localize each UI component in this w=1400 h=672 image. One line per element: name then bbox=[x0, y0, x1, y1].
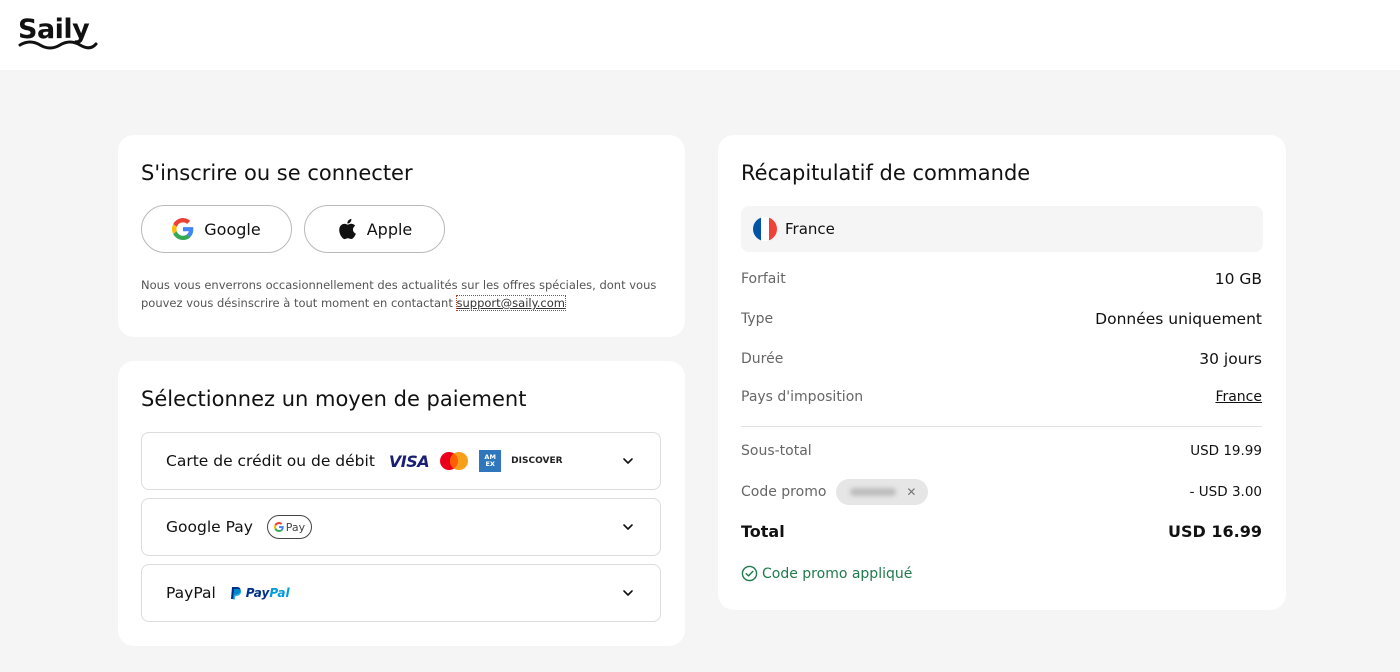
mastercard-icon bbox=[440, 452, 469, 470]
promo-applied-text: Code promo appliqué bbox=[762, 565, 913, 582]
chevron-down-icon[interactable] bbox=[622, 587, 634, 599]
subtotal-value: USD 19.99 bbox=[1190, 443, 1262, 459]
total-value: USD 16.99 bbox=[1168, 522, 1262, 541]
apple-icon bbox=[338, 218, 356, 240]
type-row: Type Données uniquement bbox=[741, 310, 1262, 328]
duration-label: Durée bbox=[741, 351, 784, 367]
support-email-link[interactable]: support@saily.com bbox=[455, 295, 566, 311]
duration-value: 30 jours bbox=[1199, 350, 1262, 368]
tax-country-link[interactable]: France bbox=[1215, 389, 1262, 405]
visa-icon: VISA bbox=[388, 451, 430, 471]
card-logos: VISA AM EX DISCOVER bbox=[389, 450, 563, 472]
type-label: Type bbox=[741, 311, 774, 327]
duration-row: Durée 30 jours bbox=[741, 350, 1262, 368]
chevron-down-icon[interactable] bbox=[622, 455, 634, 467]
newsletter-notice: Nous vous enverrons occasionnellement de… bbox=[141, 276, 661, 312]
promo-row: Code promo ✕ - USD 3.00 bbox=[741, 479, 1262, 505]
promo-left: Code promo ✕ bbox=[741, 479, 929, 505]
type-value: Données uniquement bbox=[1095, 310, 1262, 328]
chevron-down-icon[interactable] bbox=[622, 521, 634, 533]
payment-option-paypal[interactable]: PayPal PayPal bbox=[141, 564, 661, 622]
promo-applied-status: Code promo appliqué bbox=[741, 565, 912, 582]
paypal-icon: PayPal bbox=[230, 586, 290, 600]
promo-code-chip: ✕ bbox=[836, 479, 929, 505]
login-card: S'inscrire ou se connecter Google Apple … bbox=[118, 135, 685, 337]
plan-row: Forfait 10 GB bbox=[741, 270, 1262, 288]
total-row: Total USD 16.99 bbox=[741, 522, 1262, 541]
plan-value: 10 GB bbox=[1214, 270, 1262, 288]
tax-country-row: Pays d'imposition France bbox=[741, 389, 1262, 405]
subtotal-row: Sous-total USD 19.99 bbox=[741, 443, 1262, 459]
payment-option-label: Google Pay bbox=[166, 518, 253, 536]
discover-icon: DISCOVER bbox=[511, 456, 563, 466]
google-icon bbox=[172, 218, 194, 240]
apple-label: Apple bbox=[366, 219, 413, 239]
google-label: Google bbox=[204, 219, 261, 239]
order-summary-card: Récapitulatif de commande France Forfait… bbox=[718, 135, 1286, 610]
payment-option-label: PayPal bbox=[166, 584, 216, 602]
notice-text: Nous vous enverrons occasionnellement de… bbox=[141, 278, 657, 310]
remove-promo-icon[interactable]: ✕ bbox=[906, 485, 916, 499]
check-circle-icon bbox=[741, 565, 758, 582]
promo-code-blurred bbox=[850, 488, 897, 496]
promo-label: Code promo bbox=[741, 484, 827, 500]
paypal-p-icon bbox=[230, 587, 241, 600]
login-title: S'inscrire ou se connecter bbox=[141, 161, 413, 185]
payment-option-card[interactable]: Carte de crédit ou de débit VISA AM EX DI… bbox=[141, 432, 661, 490]
google-pay-icon: Pay bbox=[266, 515, 312, 539]
tax-country-label: Pays d'imposition bbox=[741, 389, 864, 405]
payment-option-google-pay[interactable]: Google Pay Pay bbox=[141, 498, 661, 556]
top-bar: Saily bbox=[0, 0, 1400, 70]
destination-country: France bbox=[741, 206, 1263, 252]
divider bbox=[741, 426, 1262, 427]
google-g-icon bbox=[273, 522, 284, 532]
total-label: Total bbox=[741, 522, 785, 541]
apple-signin-button[interactable]: Apple bbox=[304, 205, 445, 253]
saily-logo[interactable]: Saily bbox=[18, 14, 100, 54]
summary-title: Récapitulatif de commande bbox=[741, 161, 1031, 185]
subtotal-label: Sous-total bbox=[741, 443, 812, 459]
logo-wave-icon bbox=[18, 40, 98, 50]
plan-label: Forfait bbox=[741, 271, 786, 287]
payment-option-label: Carte de crédit ou de débit bbox=[166, 452, 375, 470]
google-pay-logos: Pay bbox=[266, 515, 312, 539]
google-signin-button[interactable]: Google bbox=[141, 205, 292, 253]
country-name: France bbox=[785, 220, 835, 238]
payment-card: Sélectionnez un moyen de paiement Carte … bbox=[118, 361, 685, 646]
payment-title: Sélectionnez un moyen de paiement bbox=[141, 387, 527, 411]
paypal-logos: PayPal bbox=[230, 586, 290, 600]
promo-value: - USD 3.00 bbox=[1189, 484, 1262, 500]
amex-icon: AM EX bbox=[479, 450, 502, 472]
france-flag-icon bbox=[753, 217, 777, 241]
